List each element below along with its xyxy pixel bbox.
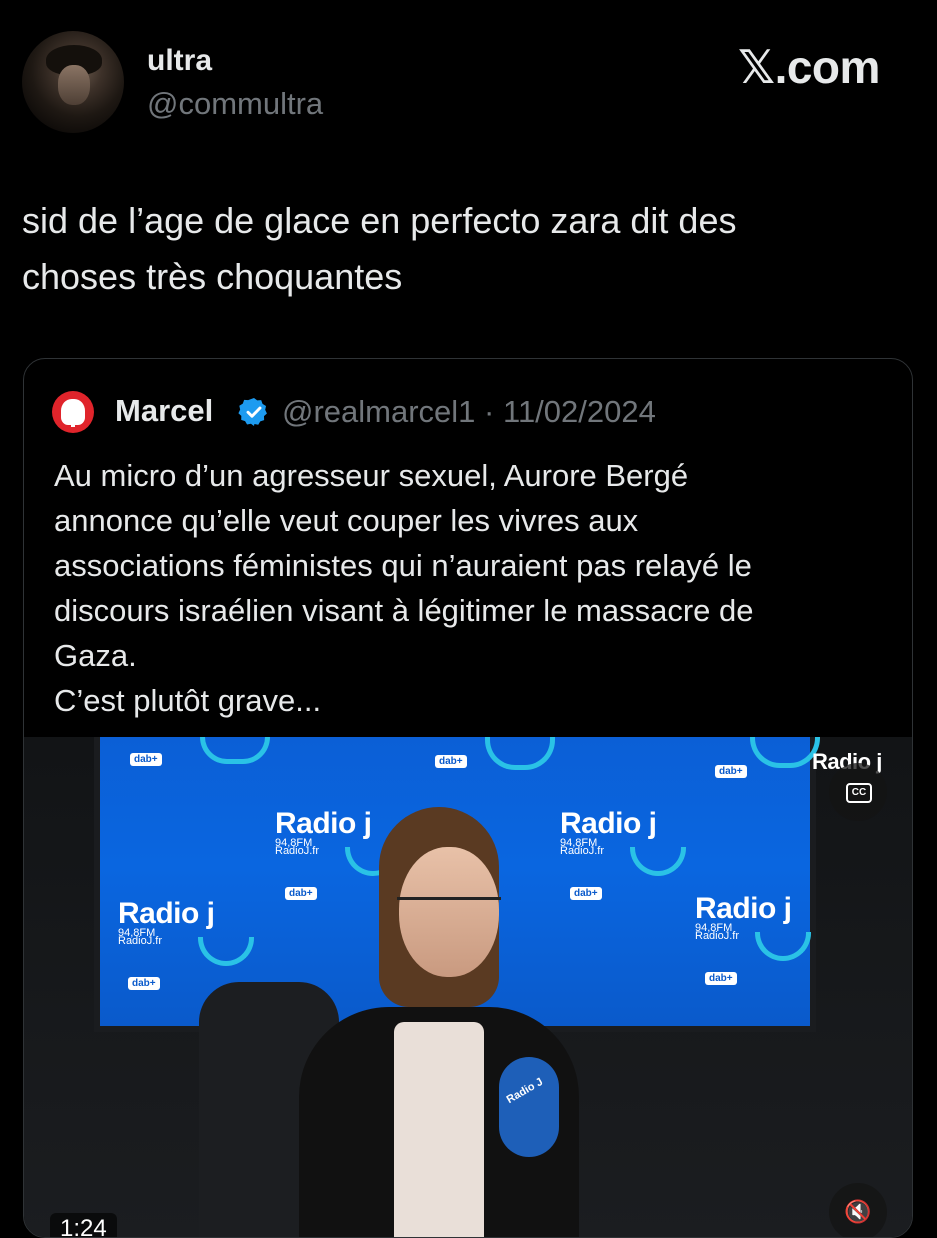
quoted-text-line: discours israélien visant à légitimer le… (54, 593, 754, 628)
avatar[interactable] (22, 31, 124, 133)
speaker-person (289, 807, 589, 1237)
menorah-arc-icon (630, 847, 686, 876)
radio-logo: Radio j 94,8FM RadioJ.fr dab+ (695, 892, 811, 985)
mute-button[interactable]: 🔇 (829, 1183, 887, 1237)
video-player[interactable]: Radio j 94,8FM RadioJ.fr dab+ Radio j 94… (24, 737, 912, 1237)
menorah-arc-icon (750, 737, 820, 768)
quoted-text-line: Gaza. (54, 638, 137, 673)
elephant-emblem-icon (61, 399, 85, 427)
radio-logo-word: Radio j (695, 892, 792, 925)
quoted-meta: @realmarcel1 · 11/02/2024 (282, 394, 656, 430)
x-logo-icon: 𝕏 (738, 41, 775, 93)
menorah-arc-icon (755, 932, 811, 961)
dab-badge: dab+ (715, 765, 747, 778)
closed-captions-icon: CC (846, 783, 872, 803)
quoted-handle[interactable]: @realmarcel1 (282, 394, 475, 429)
dab-badge: dab+ (130, 753, 162, 766)
dab-badge: dab+ (705, 972, 737, 985)
radio-logo-word: Radio j (118, 897, 215, 930)
quoted-date[interactable]: 11/02/2024 (503, 394, 656, 429)
meta-separator: · (484, 394, 495, 429)
person-shirt (394, 1022, 484, 1237)
quoted-text: Au micro d’un agresseur sexuel, Aurore B… (54, 453, 894, 723)
closed-captions-button[interactable]: CC (829, 763, 887, 821)
dab-badge: dab+ (435, 755, 467, 768)
quoted-text-line: Au micro d’un agresseur sexuel, Aurore B… (54, 458, 689, 493)
tweet-text: sid de l’age de glace en perfecto zara d… (22, 200, 737, 297)
verified-badge-icon (238, 398, 267, 426)
x-com-logo: 𝕏.com (738, 40, 880, 94)
display-name[interactable]: ultra (147, 44, 212, 78)
menorah-arc-icon (200, 737, 270, 764)
quoted-text-line: annonce qu’elle veut couper les vivres a… (54, 503, 639, 538)
menorah-arc-icon (198, 937, 254, 966)
menorah-arc-icon (485, 737, 555, 770)
person-glasses (397, 897, 501, 928)
video-duration: 1:24 (50, 1213, 117, 1237)
mic-label: Radio J (504, 1075, 546, 1107)
speaker-muted-icon: 🔇 (844, 1199, 872, 1224)
user-handle[interactable]: @commultra (147, 86, 323, 122)
studio-microphone: Radio J (499, 1057, 559, 1157)
radio-logo: Radio j 94,8FM RadioJ.fr dab+ (118, 897, 254, 990)
quoted-tweet-card[interactable]: Marcel @realmarcel1 · 11/02/2024 Au micr… (23, 358, 913, 1238)
quoted-avatar[interactable] (52, 391, 94, 433)
quoted-text-line: associations féministes qui n’auraient p… (54, 548, 752, 583)
avatar-face (58, 65, 90, 105)
quoted-text-line: C’est plutôt grave... (54, 683, 322, 718)
dab-badge: dab+ (128, 977, 160, 990)
x-logo-text: .com (774, 41, 881, 93)
quoted-display-name[interactable]: Marcel (115, 393, 213, 429)
